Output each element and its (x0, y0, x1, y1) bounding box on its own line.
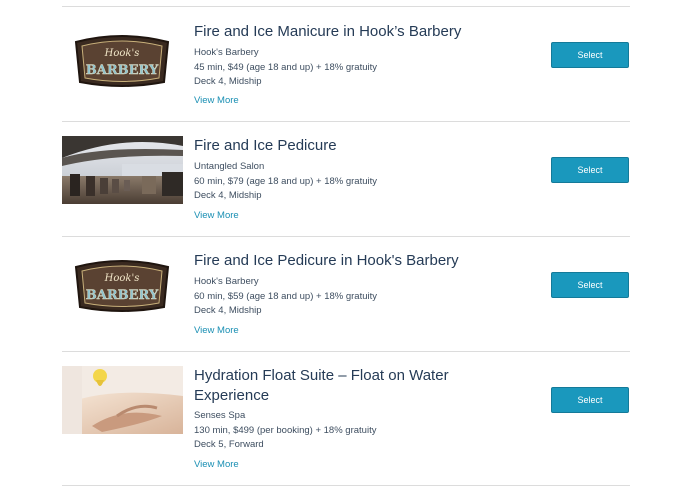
item-info: Senses Spa 130 min, $499 (per booking) +… (194, 409, 376, 453)
item-deck: Deck 5, Forward (194, 439, 264, 451)
logo-top-text: Hook's (104, 48, 140, 59)
view-more-link[interactable]: View More (194, 459, 239, 470)
view-more-link[interactable]: View More (194, 95, 239, 106)
item-details: 45 min, $49 (age 18 and up) + 18% gratui… (194, 61, 377, 73)
logo-bottom-text: BARBERY (86, 63, 159, 78)
item-details: 130 min, $499 (per booking) + 18% gratui… (194, 424, 377, 436)
divider (62, 351, 630, 352)
view-more-link[interactable]: View More (194, 325, 239, 336)
item-info: Untangled Salon 60 min, $79 (age 18 and … (194, 160, 377, 204)
float-photo (62, 366, 183, 434)
item-location: Hook's Barbery (194, 47, 259, 58)
item-info: Hook's Barbery 45 min, $49 (age 18 and u… (194, 46, 377, 90)
float-photo-image (62, 366, 183, 434)
logo-top-text: Hook's (104, 273, 140, 284)
item-details: 60 min, $59 (age 18 and up) + 18% gratui… (194, 290, 377, 302)
item-title: Fire and Ice Pedicure (194, 137, 337, 154)
item-title: Hydration Float Suite – Float on Water E… (194, 367, 449, 404)
divider (62, 6, 630, 7)
barbery-logo: Hook's BARBERY (74, 260, 170, 312)
item-deck: Deck 4, Midship (194, 190, 262, 202)
item-title: Fire and Ice Pedicure in Hook's Barbery (194, 252, 459, 269)
item-deck: Deck 4, Midship (194, 76, 262, 88)
barbery-logo-image: Hook's BARBERY (62, 251, 183, 319)
item-location: Senses Spa (194, 410, 246, 421)
item-location: Hook's Barbery (194, 276, 259, 287)
item-location: Untangled Salon (194, 161, 265, 172)
select-button[interactable]: Select (551, 272, 629, 298)
item-title: Fire and Ice Manicure in Hook’s Barbery (194, 23, 462, 40)
barbery-logo-image: Hook's BARBERY (62, 26, 183, 94)
divider (62, 121, 630, 122)
barbery-logo: Hook's BARBERY (74, 35, 170, 87)
logo-bottom-text: BARBERY (86, 288, 159, 303)
select-button[interactable]: Select (551, 42, 629, 68)
salon-photo-image (62, 136, 183, 204)
view-more-link[interactable]: View More (194, 210, 239, 221)
item-details: 60 min, $79 (age 18 and up) + 18% gratui… (194, 175, 377, 187)
divider (62, 236, 630, 237)
salon-photo (62, 136, 183, 204)
select-button[interactable]: Select (551, 387, 629, 413)
item-info: Hook's Barbery 60 min, $59 (age 18 and u… (194, 275, 377, 319)
item-deck: Deck 4, Midship (194, 305, 262, 317)
select-button[interactable]: Select (551, 157, 629, 183)
